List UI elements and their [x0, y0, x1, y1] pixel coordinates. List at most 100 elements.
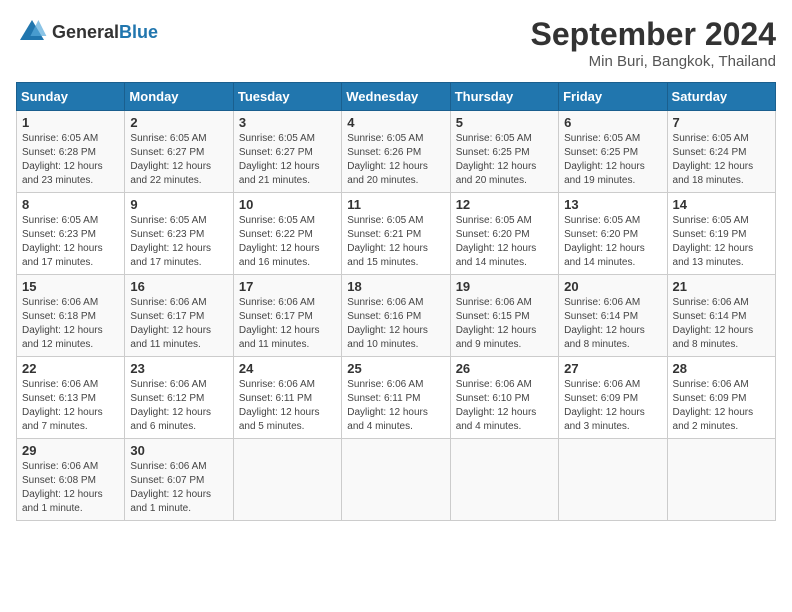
col-tuesday: Tuesday [233, 83, 341, 111]
day-number: 25 [347, 361, 444, 376]
day-detail: Sunrise: 6:05 AMSunset: 6:25 PMDaylight:… [456, 132, 553, 188]
day-number: 26 [456, 361, 553, 376]
table-row: 5 Sunrise: 6:05 AMSunset: 6:25 PMDayligh… [450, 111, 558, 193]
day-number: 1 [22, 115, 119, 130]
table-row: 22 Sunrise: 6:06 AMSunset: 6:13 PMDaylig… [17, 357, 125, 439]
calendar-row: 22 Sunrise: 6:06 AMSunset: 6:13 PMDaylig… [17, 357, 776, 439]
day-number: 5 [456, 115, 553, 130]
header-row: Sunday Monday Tuesday Wednesday Thursday… [17, 83, 776, 111]
day-number: 23 [130, 361, 227, 376]
table-row: 21 Sunrise: 6:06 AMSunset: 6:14 PMDaylig… [667, 275, 775, 357]
day-detail: Sunrise: 6:05 AMSunset: 6:22 PMDaylight:… [239, 214, 336, 270]
day-number: 30 [130, 443, 227, 458]
table-row: 3 Sunrise: 6:05 AMSunset: 6:27 PMDayligh… [233, 111, 341, 193]
day-detail: Sunrise: 6:06 AMSunset: 6:09 PMDaylight:… [673, 378, 770, 434]
table-row: 4 Sunrise: 6:05 AMSunset: 6:26 PMDayligh… [342, 111, 450, 193]
day-detail: Sunrise: 6:06 AMSunset: 6:08 PMDaylight:… [22, 460, 119, 516]
table-row: 16 Sunrise: 6:06 AMSunset: 6:17 PMDaylig… [125, 275, 233, 357]
table-row: 8 Sunrise: 6:05 AMSunset: 6:23 PMDayligh… [17, 193, 125, 275]
day-number: 16 [130, 279, 227, 294]
table-row: 17 Sunrise: 6:06 AMSunset: 6:17 PMDaylig… [233, 275, 341, 357]
day-number: 22 [22, 361, 119, 376]
day-detail: Sunrise: 6:05 AMSunset: 6:23 PMDaylight:… [130, 214, 227, 270]
day-number: 10 [239, 197, 336, 212]
table-row [450, 439, 558, 521]
table-row: 24 Sunrise: 6:06 AMSunset: 6:11 PMDaylig… [233, 357, 341, 439]
table-row: 23 Sunrise: 6:06 AMSunset: 6:12 PMDaylig… [125, 357, 233, 439]
table-row: 29 Sunrise: 6:06 AMSunset: 6:08 PMDaylig… [17, 439, 125, 521]
day-detail: Sunrise: 6:05 AMSunset: 6:26 PMDaylight:… [347, 132, 444, 188]
day-number: 13 [564, 197, 661, 212]
day-detail: Sunrise: 6:06 AMSunset: 6:11 PMDaylight:… [347, 378, 444, 434]
table-row: 1 Sunrise: 6:05 AMSunset: 6:28 PMDayligh… [17, 111, 125, 193]
logo-general: General [52, 22, 119, 42]
day-detail: Sunrise: 6:05 AMSunset: 6:19 PMDaylight:… [673, 214, 770, 270]
table-row: 6 Sunrise: 6:05 AMSunset: 6:25 PMDayligh… [559, 111, 667, 193]
day-detail: Sunrise: 6:05 AMSunset: 6:27 PMDaylight:… [130, 132, 227, 188]
day-number: 17 [239, 279, 336, 294]
col-saturday: Saturday [667, 83, 775, 111]
table-row: 19 Sunrise: 6:06 AMSunset: 6:15 PMDaylig… [450, 275, 558, 357]
col-sunday: Sunday [17, 83, 125, 111]
day-detail: Sunrise: 6:05 AMSunset: 6:24 PMDaylight:… [673, 132, 770, 188]
col-thursday: Thursday [450, 83, 558, 111]
day-number: 21 [673, 279, 770, 294]
day-number: 4 [347, 115, 444, 130]
table-row: 18 Sunrise: 6:06 AMSunset: 6:16 PMDaylig… [342, 275, 450, 357]
calendar-row: 8 Sunrise: 6:05 AMSunset: 6:23 PMDayligh… [17, 193, 776, 275]
col-friday: Friday [559, 83, 667, 111]
table-row: 25 Sunrise: 6:06 AMSunset: 6:11 PMDaylig… [342, 357, 450, 439]
day-detail: Sunrise: 6:06 AMSunset: 6:17 PMDaylight:… [130, 296, 227, 352]
col-wednesday: Wednesday [342, 83, 450, 111]
day-number: 3 [239, 115, 336, 130]
table-row: 20 Sunrise: 6:06 AMSunset: 6:14 PMDaylig… [559, 275, 667, 357]
table-row [233, 439, 341, 521]
table-row [559, 439, 667, 521]
day-number: 8 [22, 197, 119, 212]
day-detail: Sunrise: 6:06 AMSunset: 6:09 PMDaylight:… [564, 378, 661, 434]
day-detail: Sunrise: 6:06 AMSunset: 6:14 PMDaylight:… [673, 296, 770, 352]
day-number: 24 [239, 361, 336, 376]
day-detail: Sunrise: 6:06 AMSunset: 6:16 PMDaylight:… [347, 296, 444, 352]
day-number: 11 [347, 197, 444, 212]
day-number: 28 [673, 361, 770, 376]
day-detail: Sunrise: 6:06 AMSunset: 6:07 PMDaylight:… [130, 460, 227, 516]
day-number: 12 [456, 197, 553, 212]
calendar-row: 29 Sunrise: 6:06 AMSunset: 6:08 PMDaylig… [17, 439, 776, 521]
day-number: 29 [22, 443, 119, 458]
day-number: 2 [130, 115, 227, 130]
day-detail: Sunrise: 6:05 AMSunset: 6:27 PMDaylight:… [239, 132, 336, 188]
table-row: 14 Sunrise: 6:05 AMSunset: 6:19 PMDaylig… [667, 193, 775, 275]
table-row: 13 Sunrise: 6:05 AMSunset: 6:20 PMDaylig… [559, 193, 667, 275]
table-row: 26 Sunrise: 6:06 AMSunset: 6:10 PMDaylig… [450, 357, 558, 439]
table-row: 28 Sunrise: 6:06 AMSunset: 6:09 PMDaylig… [667, 357, 775, 439]
table-row: 15 Sunrise: 6:06 AMSunset: 6:18 PMDaylig… [17, 275, 125, 357]
table-row [667, 439, 775, 521]
table-row: 2 Sunrise: 6:05 AMSunset: 6:27 PMDayligh… [125, 111, 233, 193]
logo-blue: Blue [119, 22, 158, 42]
day-detail: Sunrise: 6:05 AMSunset: 6:25 PMDaylight:… [564, 132, 661, 188]
day-detail: Sunrise: 6:05 AMSunset: 6:21 PMDaylight:… [347, 214, 444, 270]
day-number: 9 [130, 197, 227, 212]
day-number: 14 [673, 197, 770, 212]
day-number: 27 [564, 361, 661, 376]
table-row: 11 Sunrise: 6:05 AMSunset: 6:21 PMDaylig… [342, 193, 450, 275]
day-detail: Sunrise: 6:06 AMSunset: 6:17 PMDaylight:… [239, 296, 336, 352]
page-header: GeneralBlue September 2024 Min Buri, Ban… [16, 16, 776, 70]
day-detail: Sunrise: 6:06 AMSunset: 6:18 PMDaylight:… [22, 296, 119, 352]
month-title: September 2024 [531, 16, 776, 53]
day-detail: Sunrise: 6:05 AMSunset: 6:28 PMDaylight:… [22, 132, 119, 188]
day-detail: Sunrise: 6:06 AMSunset: 6:12 PMDaylight:… [130, 378, 227, 434]
calendar-row: 15 Sunrise: 6:06 AMSunset: 6:18 PMDaylig… [17, 275, 776, 357]
day-number: 7 [673, 115, 770, 130]
table-row [342, 439, 450, 521]
table-row: 30 Sunrise: 6:06 AMSunset: 6:07 PMDaylig… [125, 439, 233, 521]
title-area: September 2024 Min Buri, Bangkok, Thaila… [531, 16, 776, 70]
table-row: 7 Sunrise: 6:05 AMSunset: 6:24 PMDayligh… [667, 111, 775, 193]
table-row: 12 Sunrise: 6:05 AMSunset: 6:20 PMDaylig… [450, 193, 558, 275]
day-number: 20 [564, 279, 661, 294]
day-detail: Sunrise: 6:06 AMSunset: 6:10 PMDaylight:… [456, 378, 553, 434]
table-row: 10 Sunrise: 6:05 AMSunset: 6:22 PMDaylig… [233, 193, 341, 275]
day-detail: Sunrise: 6:05 AMSunset: 6:23 PMDaylight:… [22, 214, 119, 270]
logo: GeneralBlue [16, 16, 158, 48]
